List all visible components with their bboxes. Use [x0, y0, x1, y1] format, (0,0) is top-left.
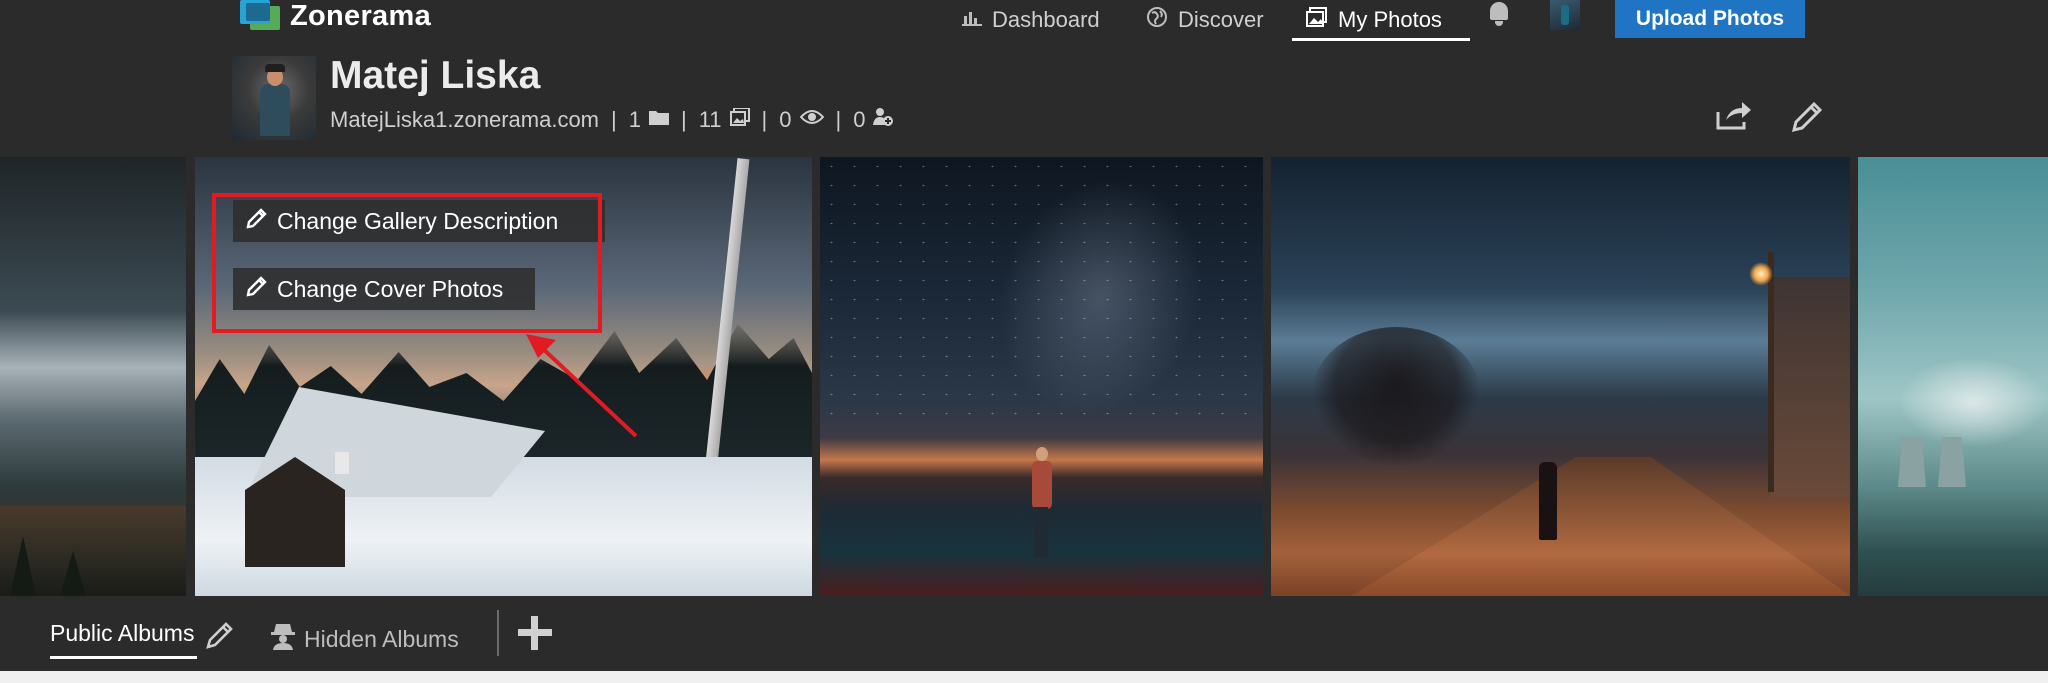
- tab-public-albums[interactable]: Public Albums: [50, 620, 194, 647]
- profile-name: Matej Liska: [330, 54, 541, 97]
- user-avatar[interactable]: [1550, 0, 1580, 30]
- tab-hidden-albums[interactable]: Hidden Albums: [270, 622, 459, 656]
- cover-photo-street-dusk[interactable]: [1271, 157, 1850, 596]
- incognito-icon: [270, 622, 296, 656]
- separator: |: [761, 107, 768, 132]
- photos-icon: [729, 107, 750, 132]
- share-icon[interactable]: [1716, 100, 1752, 130]
- cover-photo-clouds[interactable]: [0, 157, 186, 596]
- notifications-bell-icon[interactable]: [1486, 0, 1516, 30]
- edit-profile-pencil-icon[interactable]: [1790, 100, 1824, 134]
- upload-photos-button[interactable]: Upload Photos: [1615, 0, 1805, 38]
- separator: |: [680, 107, 687, 132]
- photos-icon: [1306, 7, 1328, 33]
- profile-meta: MatejLiska1.zonerama.com | 1 | 11 | 0 | …: [330, 107, 894, 133]
- tab-hidden-albums-label: Hidden Albums: [304, 625, 459, 652]
- nav-discover[interactable]: Discover: [1146, 0, 1264, 40]
- zonerama-logo[interactable]: Zonerama: [240, 0, 431, 33]
- globe-icon: [1146, 6, 1168, 34]
- page-content-edge: [0, 671, 2048, 683]
- nav-my-photos-label: My Photos: [1338, 7, 1442, 32]
- followers-count: 0: [853, 107, 866, 132]
- photos-count: 11: [698, 107, 722, 132]
- cover-photo-night-sky[interactable]: [820, 157, 1263, 596]
- divider: [497, 610, 499, 656]
- add-album-plus-icon[interactable]: [518, 616, 552, 650]
- nav-discover-label: Discover: [1178, 7, 1264, 32]
- edit-pencil-icon[interactable]: [205, 620, 235, 650]
- top-navigation: Zonerama Dashboard Discover My Photos Up…: [0, 0, 2048, 41]
- eye-icon: [799, 109, 824, 131]
- active-tab-indicator: [50, 656, 197, 659]
- annotation-arrow-icon: [526, 334, 638, 438]
- nav-dashboard[interactable]: Dashboard: [962, 0, 1100, 40]
- zonerama-logo-icon: [240, 0, 280, 30]
- nav-my-photos[interactable]: My Photos: [1306, 0, 1442, 40]
- active-tab-indicator: [1292, 38, 1470, 41]
- add-follower-icon: [873, 107, 894, 133]
- albums-count: 1: [628, 107, 641, 132]
- brand-name: Zonerama: [290, 0, 431, 32]
- bar-chart-icon: [962, 8, 982, 32]
- profile-url[interactable]: MatejLiska1.zonerama.com: [330, 107, 599, 133]
- nav-dashboard-label: Dashboard: [992, 7, 1100, 32]
- profile-avatar[interactable]: [232, 56, 316, 140]
- views-count: 0: [779, 107, 792, 132]
- separator: |: [835, 107, 842, 132]
- separator: |: [611, 107, 617, 132]
- cover-photo-power-plant[interactable]: [1858, 157, 2048, 596]
- folder-icon: [648, 109, 669, 131]
- annotation-highlight-box: [212, 193, 602, 333]
